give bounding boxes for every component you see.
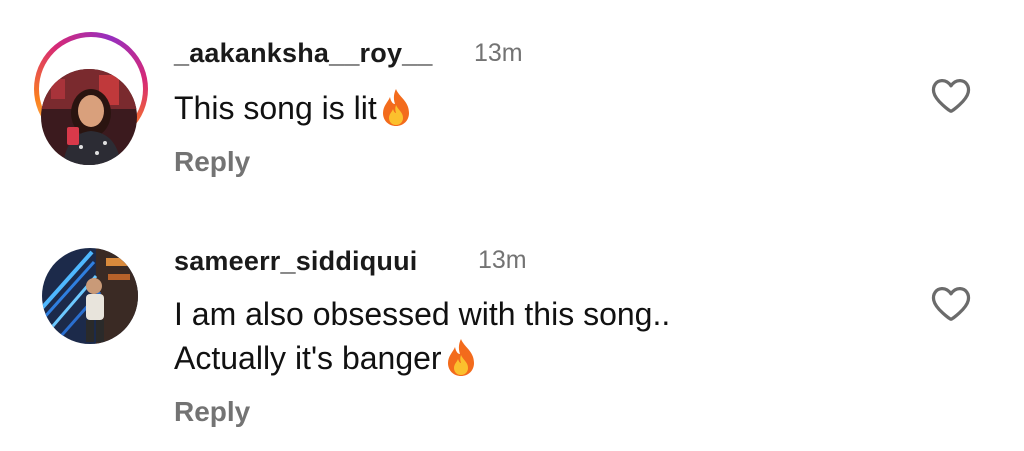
heart-outline-icon[interactable]	[928, 72, 974, 118]
flame-icon	[379, 87, 413, 127]
comment-text: This song is lit	[174, 86, 413, 130]
comment-text: I am also obsessed with this song.. Actu…	[174, 292, 670, 380]
comment-text-line: This song is lit	[174, 90, 377, 126]
comment-username[interactable]: _aakanksha__roy__	[174, 38, 433, 69]
heart-outline-icon[interactable]	[928, 280, 974, 326]
comment-timestamp: 13m	[474, 39, 523, 67]
avatar[interactable]	[42, 248, 138, 344]
reply-button[interactable]: Reply	[174, 396, 250, 428]
flame-icon	[444, 337, 478, 377]
comment-text-line: Actually it's banger	[174, 340, 442, 376]
avatar[interactable]	[41, 69, 137, 165]
comment-text-line: I am also obsessed with this song..	[174, 296, 671, 332]
comment-timestamp: 13m	[478, 246, 527, 274]
comment-username[interactable]: sameerr_siddiquui	[174, 246, 418, 277]
reply-button[interactable]: Reply	[174, 146, 250, 178]
